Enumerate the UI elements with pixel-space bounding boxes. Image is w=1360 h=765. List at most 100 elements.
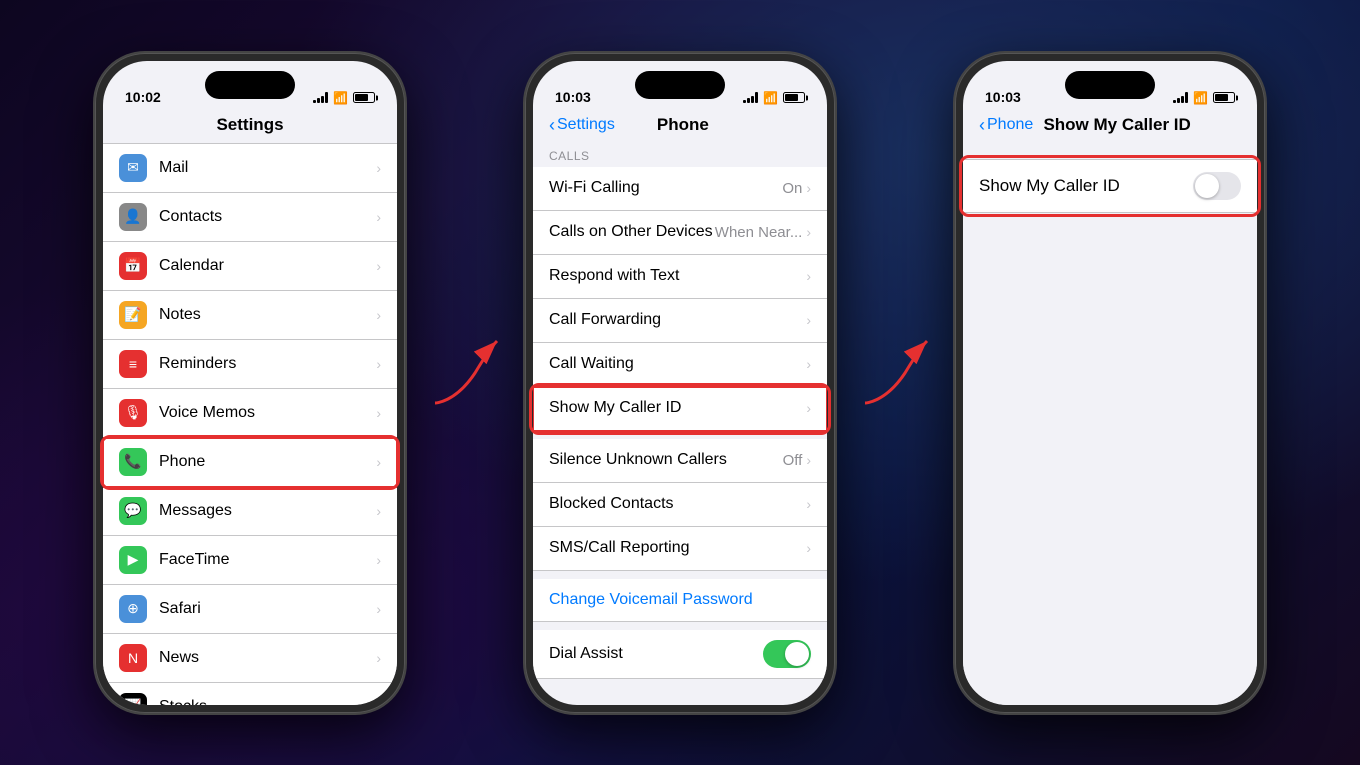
phone2-content: CALLS Wi-Fi Calling On › Calls on Other … xyxy=(533,143,827,705)
chevron-call-waiting: › xyxy=(806,356,811,372)
chevron-stocks: › xyxy=(376,699,381,705)
signal-icon-3 xyxy=(1173,92,1188,103)
caller-id-row-inner: Show My Caller ID xyxy=(963,160,1257,212)
label-stocks: Stocks xyxy=(159,698,376,705)
signal-icon-1 xyxy=(313,92,328,103)
label-blocked-contacts: Blocked Contacts xyxy=(549,495,806,513)
label-contacts: Contacts xyxy=(159,208,376,226)
chevron-respond-text: › xyxy=(806,268,811,284)
label-show-caller-id: Show My Caller ID xyxy=(549,399,806,417)
label-silence-unknown: Silence Unknown Callers xyxy=(549,451,783,469)
back-button-3[interactable]: ‹ Phone xyxy=(979,116,1033,134)
phone2-screen: 10:03 📶 ‹ Settings xyxy=(533,61,827,705)
time-2: 10:03 xyxy=(555,89,591,105)
status-icons-1: 📶 xyxy=(313,91,375,105)
chevron-silence-unknown: › xyxy=(806,452,811,468)
icon-notes: 📝 xyxy=(119,301,147,329)
label-calls-other-devices: Calls on Other Devices xyxy=(549,223,715,241)
caller-id-toggle[interactable] xyxy=(1193,172,1241,200)
chevron-call-forwarding: › xyxy=(806,312,811,328)
chevron-phone: › xyxy=(376,454,381,470)
back-button-2[interactable]: ‹ Settings xyxy=(549,116,615,134)
value-calls-other-devices: When Near... xyxy=(715,224,803,241)
section-header-0: CALLS xyxy=(533,143,827,167)
phone-setting-sms-reporting[interactable]: SMS/Call Reporting › xyxy=(533,527,827,571)
time-1: 10:02 xyxy=(125,89,161,105)
settings-item-calendar[interactable]: 📅 Calendar › xyxy=(103,242,397,291)
settings-item-voice-memos[interactable]: 🎙 Voice Memos › xyxy=(103,389,397,438)
label-voice-memos: Voice Memos xyxy=(159,404,376,422)
settings-item-reminders[interactable]: ≡ Reminders › xyxy=(103,340,397,389)
dial-assist-toggle-thumb xyxy=(785,642,809,666)
dial-assist-toggle[interactable] xyxy=(763,640,811,668)
icon-news: N xyxy=(119,644,147,672)
settings-item-news[interactable]: N News › xyxy=(103,634,397,683)
chevron-news: › xyxy=(376,650,381,666)
page-title-3: Show My Caller ID xyxy=(1033,115,1201,135)
caller-id-label: Show My Caller ID xyxy=(979,176,1193,196)
icon-mail: ✉ xyxy=(119,154,147,182)
battery-icon-3 xyxy=(1213,92,1235,103)
phone-setting-calls-other-devices[interactable]: Calls on Other Devices When Near... › xyxy=(533,211,827,255)
value-wifi-calling: On xyxy=(782,180,802,197)
toggle-thumb xyxy=(1195,174,1219,198)
settings-item-mail[interactable]: ✉ Mail › xyxy=(103,143,397,193)
settings-item-phone[interactable]: 📞 Phone › xyxy=(103,438,397,487)
label-sms-reporting: SMS/Call Reporting xyxy=(549,539,806,557)
label-safari: Safari xyxy=(159,600,376,618)
chevron-mail: › xyxy=(376,160,381,176)
phone-setting-respond-text[interactable]: Respond with Text › xyxy=(533,255,827,299)
icon-stocks: 📈 xyxy=(119,693,147,705)
back-label-2: Settings xyxy=(557,116,615,134)
settings-list-2: CALLS Wi-Fi Calling On › Calls on Other … xyxy=(533,143,827,705)
phone-setting-call-forwarding[interactable]: Call Forwarding › xyxy=(533,299,827,343)
dynamic-island-2 xyxy=(635,71,725,99)
phone-setting-wifi-calling[interactable]: Wi-Fi Calling On › xyxy=(533,167,827,211)
label-messages: Messages xyxy=(159,502,376,520)
voicemail-password-item[interactable]: Change Voicemail Password xyxy=(533,579,827,622)
phone-setting-show-caller-id[interactable]: Show My Caller ID › xyxy=(533,387,827,431)
settings-item-safari[interactable]: ⊕ Safari › xyxy=(103,585,397,634)
chevron-calls-other-devices: › xyxy=(806,224,811,240)
phone1-content: ✉ Mail › 👤 Contacts › 📅 Calendar › 📝 Not… xyxy=(103,143,397,705)
phone-setting-call-waiting[interactable]: Call Waiting › xyxy=(533,343,827,387)
label-call-forwarding: Call Forwarding xyxy=(549,311,806,329)
icon-safari: ⊕ xyxy=(119,595,147,623)
phone2-wrapper: 10:03 📶 ‹ Settings xyxy=(525,53,835,713)
phone-setting-silence-unknown[interactable]: Silence Unknown Callers Off › xyxy=(533,439,827,483)
phone3-screen: 10:03 📶 ‹ Phone xyxy=(963,61,1257,705)
chevron-safari: › xyxy=(376,601,381,617)
icon-phone: 📞 xyxy=(119,448,147,476)
label-mail: Mail xyxy=(159,159,376,177)
label-news: News xyxy=(159,649,376,667)
time-3: 10:03 xyxy=(985,89,1021,105)
settings-item-messages[interactable]: 💬 Messages › xyxy=(103,487,397,536)
settings-item-contacts[interactable]: 👤 Contacts › xyxy=(103,193,397,242)
phone1-wrapper: 10:02 📶 Settings xyxy=(95,53,405,713)
settings-item-notes[interactable]: 📝 Notes › xyxy=(103,291,397,340)
label-facetime: FaceTime xyxy=(159,551,376,569)
settings-item-facetime[interactable]: ▶ FaceTime › xyxy=(103,536,397,585)
scene: 10:02 📶 Settings xyxy=(0,0,1360,765)
nav-bar-2: ‹ Settings Phone xyxy=(533,111,827,143)
label-reminders: Reminders xyxy=(159,355,376,373)
label-phone: Phone xyxy=(159,453,376,471)
chevron-contacts: › xyxy=(376,209,381,225)
nav-bar-3: ‹ Phone Show My Caller ID xyxy=(963,111,1257,143)
icon-reminders: ≡ xyxy=(119,350,147,378)
caller-id-row: Show My Caller ID xyxy=(963,159,1257,213)
wifi-icon-3: 📶 xyxy=(1193,91,1208,105)
phone-setting-blocked-contacts[interactable]: Blocked Contacts › xyxy=(533,483,827,527)
phone1: 10:02 📶 Settings xyxy=(95,53,405,713)
icon-facetime: ▶ xyxy=(119,546,147,574)
phone1-items: ✉ Mail › 👤 Contacts › 📅 Calendar › 📝 Not… xyxy=(103,143,397,705)
dial-assist-item[interactable]: Dial Assist xyxy=(533,630,827,679)
settings-item-stocks[interactable]: 📈 Stocks › xyxy=(103,683,397,705)
chevron-blocked-contacts: › xyxy=(806,496,811,512)
chevron-facetime: › xyxy=(376,552,381,568)
icon-calendar: 📅 xyxy=(119,252,147,280)
screen3-content: Show My Caller ID xyxy=(963,143,1257,705)
chevron-sms-reporting: › xyxy=(806,540,811,556)
phone2: 10:03 📶 ‹ Settings xyxy=(525,53,835,713)
icon-messages: 💬 xyxy=(119,497,147,525)
